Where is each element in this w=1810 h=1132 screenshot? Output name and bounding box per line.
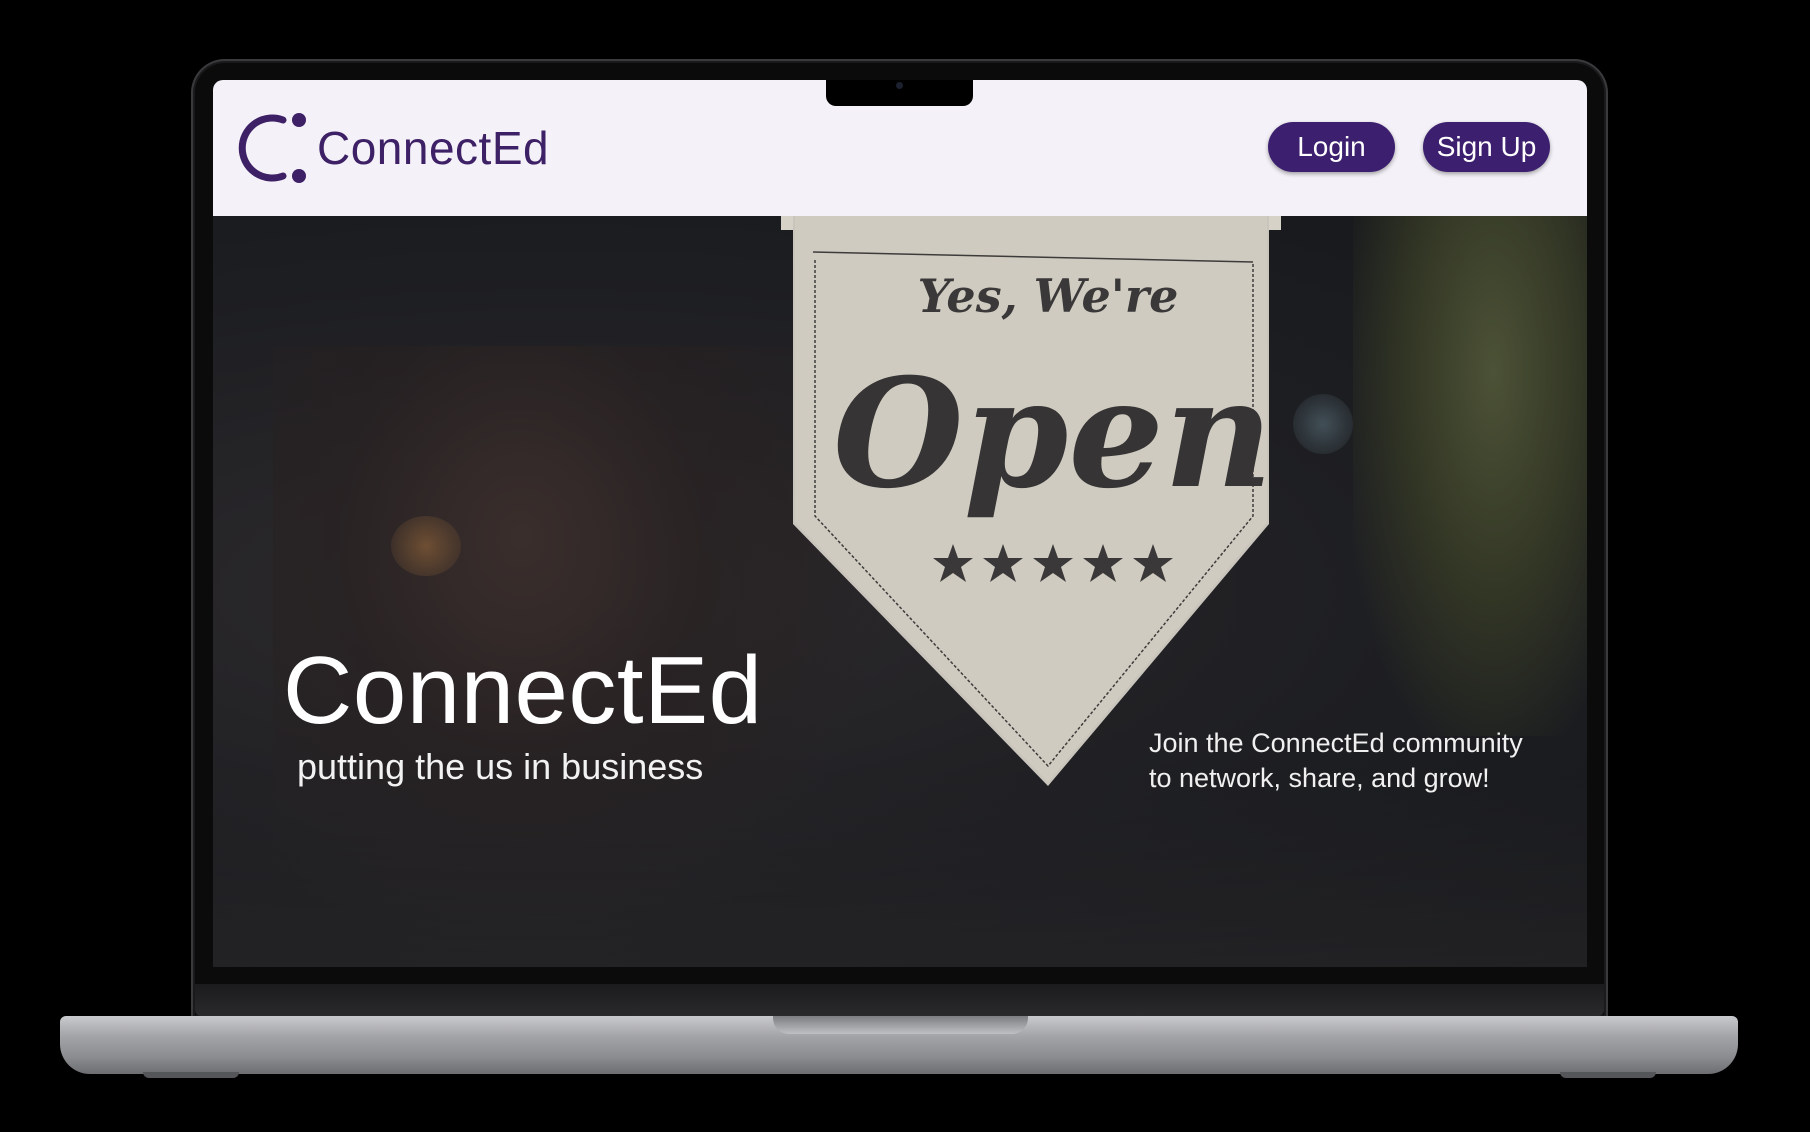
- hero-background-trees: [1353, 216, 1587, 736]
- sign-line-1: Yes, We're: [918, 269, 1179, 323]
- hero-tagline: putting the us in business: [297, 746, 704, 787]
- brand-logo[interactable]: ConnectEd: [233, 108, 549, 188]
- bokeh-light: [391, 516, 461, 576]
- hero-shade: [213, 776, 1587, 967]
- camera-icon: [896, 82, 903, 89]
- hero-title: ConnectEd: [283, 637, 763, 744]
- hero-join-text: Join the ConnectEd community to network,…: [1149, 726, 1569, 796]
- connected-logo-icon: [238, 113, 306, 183]
- laptop-foot: [1560, 1072, 1656, 1078]
- laptop-hinge: [195, 984, 1604, 1016]
- login-button[interactable]: Login: [1268, 122, 1395, 172]
- hero-join-line-2: to network, share, and grow!: [1149, 763, 1490, 793]
- brand-name: ConnectEd: [317, 122, 550, 174]
- laptop-screen: ConnectEd Login Sign Up Yes, We're Open: [213, 80, 1587, 967]
- hero-join-line-1: Join the ConnectEd community: [1149, 728, 1523, 758]
- sign-up-button[interactable]: Sign Up: [1423, 122, 1550, 172]
- sign-line-2: Open: [833, 346, 1273, 522]
- laptop-mockup: ConnectEd Login Sign Up Yes, We're Open: [0, 0, 1810, 1132]
- laptop-foot: [143, 1072, 239, 1078]
- laptop-opening-notch: [773, 1016, 1028, 1034]
- bokeh-light: [1293, 394, 1353, 454]
- hero-section: Yes, We're Open ConnectEd putting the us…: [213, 216, 1587, 967]
